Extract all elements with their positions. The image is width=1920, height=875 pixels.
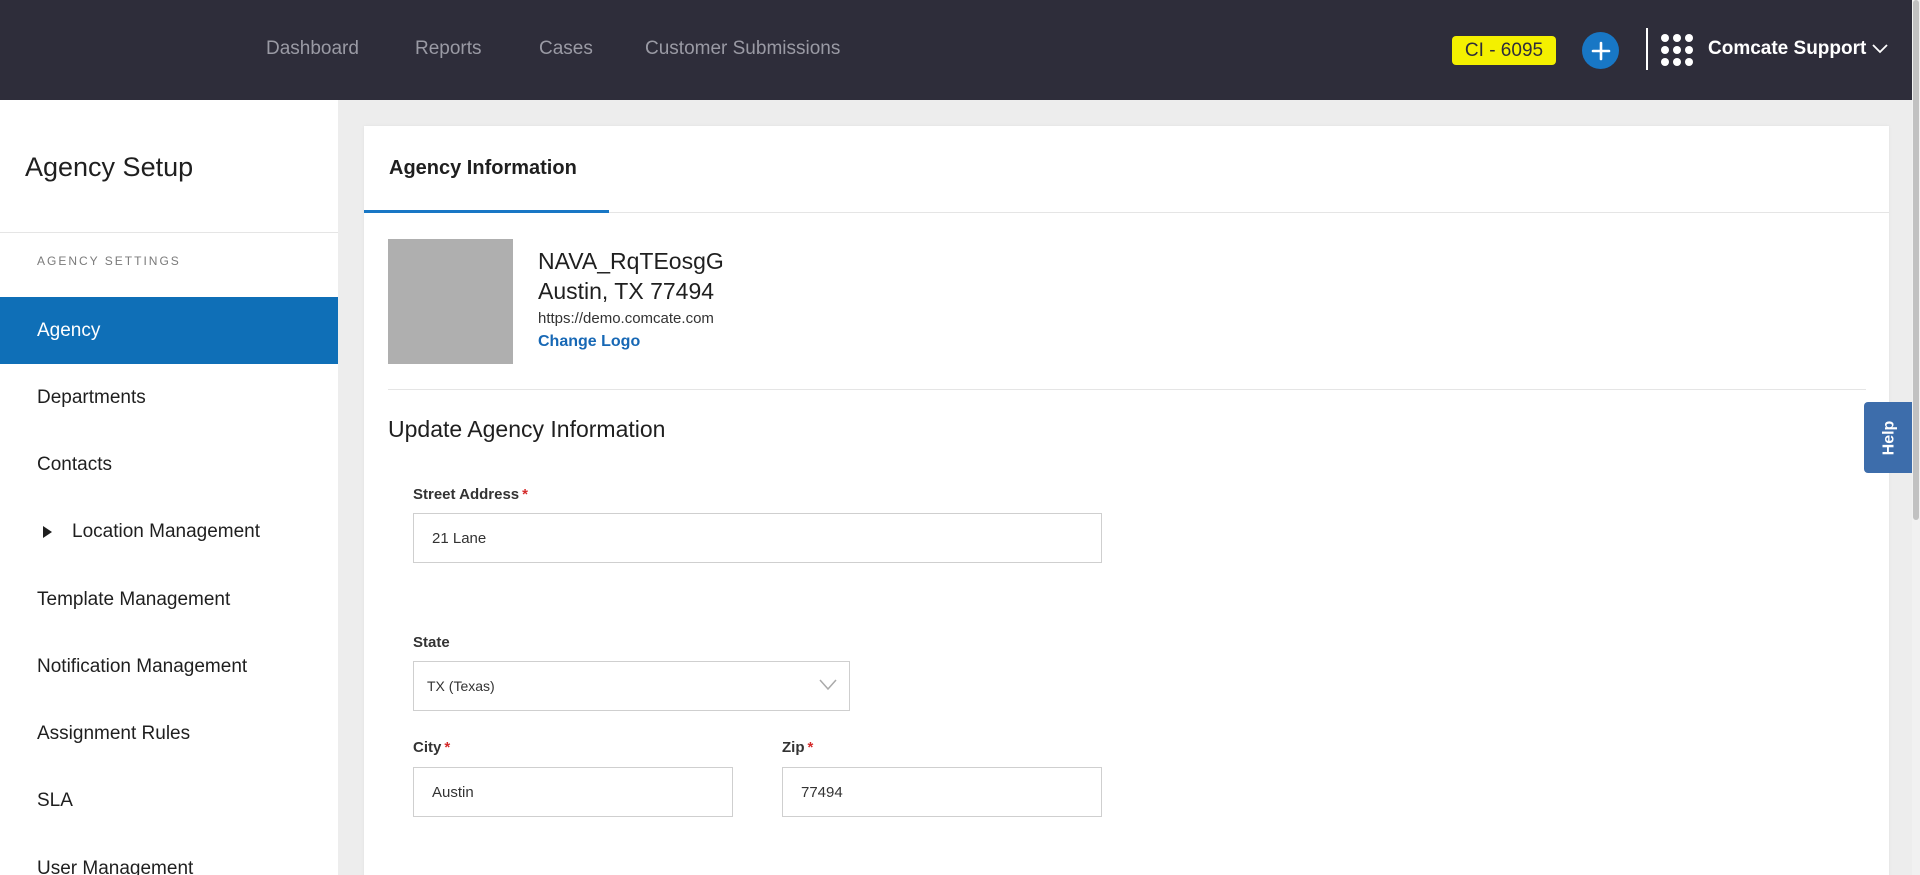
- required-mark: *: [522, 486, 528, 503]
- sidebar-divider: [0, 232, 338, 233]
- nav-customer-submissions[interactable]: Customer Submissions: [645, 38, 840, 60]
- sidebar-item-location-management[interactable]: Location Management: [0, 498, 338, 565]
- required-mark: *: [444, 739, 451, 756]
- chevron-down-icon: [1872, 44, 1888, 54]
- card-divider: [388, 389, 1866, 390]
- nav-dashboard[interactable]: Dashboard: [266, 38, 359, 60]
- add-button[interactable]: [1582, 32, 1619, 69]
- sidebar-item-label: Location Management: [72, 520, 261, 542]
- sidebar-item-agency[interactable]: Agency: [0, 297, 338, 364]
- help-label: Help: [1879, 420, 1897, 455]
- sidebar: Agency Setup AGENCY SETTINGS Agency Depa…: [0, 100, 338, 875]
- chevron-down-icon: [819, 679, 837, 691]
- state-select-value: TX (Texas): [427, 678, 495, 694]
- sidebar-item-label: User Management: [37, 857, 194, 875]
- street-address-input[interactable]: [413, 513, 1102, 563]
- agency-city: Austin, TX 77494: [538, 278, 715, 304]
- caret-right-icon: [43, 525, 52, 538]
- sidebar-item-assignment-rules[interactable]: Assignment Rules: [0, 700, 338, 767]
- plus-icon: [1591, 41, 1610, 60]
- scrollbar-thumb[interactable]: [1913, 0, 1919, 520]
- state-select[interactable]: TX (Texas): [413, 661, 850, 711]
- sidebar-item-label: Contacts: [37, 453, 112, 475]
- sidebar-item-sla[interactable]: SLA: [0, 767, 338, 834]
- sidebar-item-label: Notification Management: [37, 655, 248, 677]
- account-name: Comcate Support: [1708, 38, 1867, 59]
- account-menu[interactable]: Comcate Support: [1708, 38, 1888, 60]
- sidebar-title: Agency Setup: [25, 152, 194, 182]
- ci-badge: CI - 6095: [1452, 36, 1556, 65]
- apps-grid-icon[interactable]: [1661, 34, 1693, 66]
- sidebar-item-user-management[interactable]: User Management: [0, 835, 338, 875]
- sidebar-item-label: SLA: [37, 789, 73, 811]
- tab-bar: Agency Information: [364, 126, 1889, 213]
- sidebar-item-notification-management[interactable]: Notification Management: [0, 633, 338, 700]
- tab-agency-information[interactable]: Agency Information: [364, 126, 609, 213]
- nav-reports[interactable]: Reports: [415, 38, 482, 60]
- change-logo-link[interactable]: Change Logo: [538, 333, 640, 351]
- update-section-title: Update Agency Information: [388, 416, 666, 442]
- section-label: AGENCY SETTINGS: [37, 254, 181, 268]
- zip-label: Zip *: [782, 739, 814, 756]
- sidebar-item-label: Agency: [37, 319, 101, 341]
- city-input[interactable]: [413, 767, 733, 817]
- sidebar-item-label: Template Management: [37, 588, 231, 610]
- agency-url: https://demo.comcate.com: [538, 310, 714, 327]
- agency-logo: [388, 239, 513, 364]
- sidebar-item-contacts[interactable]: Contacts: [0, 431, 338, 498]
- street-address-label: Street Address *: [413, 486, 528, 503]
- agency-name: NAVA_RqTEosgG: [538, 248, 724, 274]
- sidebar-item-departments[interactable]: Departments: [0, 364, 338, 431]
- state-label: State: [413, 634, 450, 651]
- zip-input[interactable]: [782, 767, 1102, 817]
- agency-information-card: Agency Information NAVA_RqTEosgG Austin,…: [364, 126, 1889, 875]
- help-button[interactable]: Help: [1864, 402, 1914, 473]
- sidebar-item-label: Departments: [37, 386, 146, 408]
- city-label: City *: [413, 739, 451, 756]
- nav-cases[interactable]: Cases: [539, 38, 593, 60]
- top-navigation-bar: Dashboard Reports Cases Customer Submiss…: [0, 0, 1920, 100]
- topbar-divider: [1646, 28, 1648, 70]
- sidebar-item-template-management[interactable]: Template Management: [0, 566, 338, 633]
- sidebar-item-label: Assignment Rules: [37, 722, 191, 744]
- required-mark: *: [807, 739, 814, 756]
